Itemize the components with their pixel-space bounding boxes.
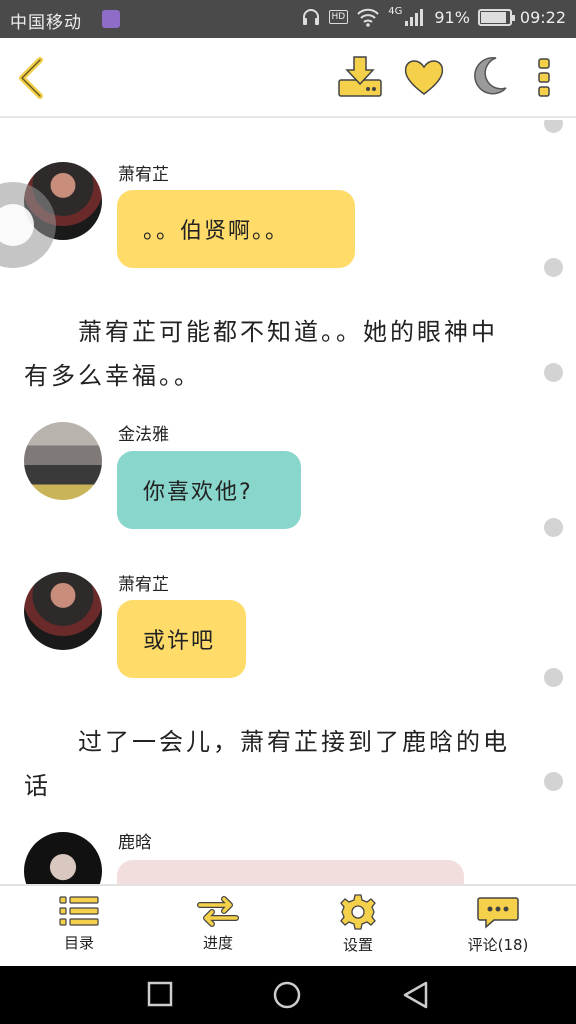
tab-progress[interactable]: 进度 <box>163 894 273 953</box>
headphones-icon <box>302 9 319 25</box>
message-bubble <box>117 860 464 884</box>
back-nav-icon[interactable] <box>400 980 430 1010</box>
comment-dot[interactable] <box>544 518 563 537</box>
tab-settings[interactable]: 设置 <box>303 894 413 955</box>
comment-bubble-icon <box>477 897 519 929</box>
tab-label: 目录 <box>63 934 94 952</box>
moon-icon[interactable] <box>468 54 510 98</box>
system-nav-bar <box>0 966 576 1024</box>
status-bar: 中国移动 HD 4G 91% 09:22 <box>0 0 576 38</box>
list-icon <box>59 896 99 926</box>
recent-apps-icon[interactable] <box>146 980 174 1008</box>
wifi-icon <box>357 8 379 27</box>
home-icon[interactable] <box>272 980 302 1010</box>
sender-name: 萧宥芷 <box>118 575 169 595</box>
comment-dot[interactable] <box>544 120 563 133</box>
message-bubble: 你喜欢他? <box>117 451 301 529</box>
chevron-left-icon[interactable] <box>14 56 50 100</box>
tab-label: 设置 <box>342 936 373 954</box>
battery-percent: 91% <box>434 7 470 27</box>
avatar[interactable] <box>24 832 102 884</box>
avatar[interactable] <box>24 422 102 500</box>
narration-text: 萧宥芷可能都不知道。。她的眼神中有多么幸福。。 <box>24 318 498 390</box>
comment-dot[interactable] <box>544 772 563 791</box>
bottom-tab-bar: 目录 进度 设置 评论(18) <box>0 884 576 966</box>
comment-dot[interactable] <box>544 258 563 277</box>
tab-comments[interactable]: 评论(18) <box>443 894 553 955</box>
narration-text: 过了一会儿，萧宥芷接到了鹿晗的电话 <box>24 728 510 800</box>
battery-icon <box>477 8 515 26</box>
message-bubble: 或许吧 <box>117 600 246 678</box>
sender-name: 萧宥芷 <box>118 165 169 185</box>
network-type: 4G <box>388 5 403 17</box>
gear-icon <box>340 894 376 930</box>
sim-icon <box>102 10 120 28</box>
avatar[interactable] <box>24 572 102 650</box>
more-vertical-icon[interactable] <box>534 56 554 100</box>
clock: 09:22 <box>519 7 566 27</box>
carrier-name: 中国移动 <box>10 13 82 33</box>
tab-label: 评论(18) <box>467 936 529 954</box>
reader-toolbar <box>0 38 576 118</box>
comment-dot[interactable] <box>544 668 563 687</box>
status-icons: HD 4G 91% 09:22 <box>301 5 566 27</box>
tab-catalog[interactable]: 目录 <box>24 894 134 953</box>
download-icon[interactable] <box>336 54 384 100</box>
heart-icon[interactable] <box>402 56 446 98</box>
tab-label: 进度 <box>202 934 233 952</box>
message-bubble: 。。伯贤啊。。 <box>117 190 355 268</box>
sender-name: 鹿晗 <box>118 833 152 853</box>
hd-badge: HD <box>328 10 349 24</box>
comment-dot[interactable] <box>544 363 563 382</box>
chat-story-feed[interactable]: 萧宥芷 。。伯贤啊。。 萧宥芷可能都不知道。。她的眼神中有多么幸福。。 金法雅 … <box>0 120 576 884</box>
transfer-arrows-icon <box>197 896 239 927</box>
signal-icon <box>405 9 424 26</box>
sender-name: 金法雅 <box>118 425 169 445</box>
